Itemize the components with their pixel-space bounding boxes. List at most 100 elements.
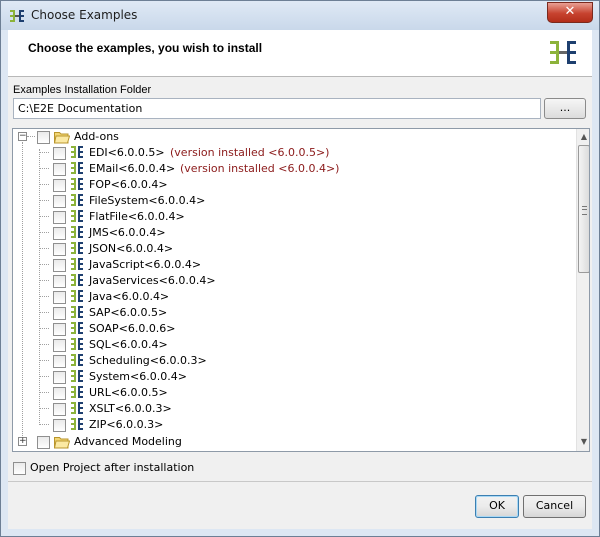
tree-item[interactable]: Scheduling<6.0.0.3> [13, 353, 553, 369]
e2e-component-icon [71, 402, 83, 414]
close-button[interactable]: ✕ [547, 2, 593, 23]
e2e-component-icon [71, 242, 83, 254]
item-checkbox[interactable] [53, 323, 66, 336]
item-label: Scheduling<6.0.0.3> [89, 354, 207, 367]
installation-folder-input[interactable]: C:\E2E Documentation [13, 98, 541, 119]
collapse-toggle[interactable]: − [18, 132, 27, 141]
item-label: EDI<6.0.0.5> [89, 146, 165, 159]
tree-line [39, 184, 49, 185]
tree-item[interactable]: JavaServices<6.0.0.4> [13, 273, 553, 289]
e2e-component-icon [71, 162, 83, 174]
tree-item[interactable]: ZIP<6.0.0.3> [13, 417, 553, 433]
tree-line [39, 312, 49, 313]
item-label: SAP<6.0.0.5> [89, 306, 168, 319]
item-checkbox[interactable] [53, 419, 66, 432]
scrollbar-thumb[interactable] [578, 145, 589, 273]
item-checkbox[interactable] [53, 227, 66, 240]
item-label: SQL<6.0.0.4> [89, 338, 168, 351]
item-checkbox[interactable] [53, 163, 66, 176]
tree-line [39, 168, 49, 169]
item-checkbox[interactable] [53, 275, 66, 288]
e2e-component-icon [71, 290, 83, 302]
item-checkbox[interactable] [53, 243, 66, 256]
e2e-logo-icon [550, 41, 576, 64]
tree-item[interactable]: SAP<6.0.0.5> [13, 305, 553, 321]
e2e-component-icon [71, 210, 83, 222]
e2e-component-icon [71, 178, 83, 190]
e2e-logo-icon [10, 10, 24, 22]
tree-line [39, 152, 49, 153]
folder-open-icon [54, 132, 70, 144]
item-label: System<6.0.0.4> [89, 370, 187, 383]
item-label: FileSystem<6.0.0.4> [89, 194, 206, 207]
item-checkbox[interactable] [53, 403, 66, 416]
tree-line [39, 264, 49, 265]
item-checkbox[interactable] [53, 291, 66, 304]
open-project-checkbox[interactable] [13, 462, 26, 475]
tree-line [39, 344, 49, 345]
item-label: JMS<6.0.0.4> [89, 226, 166, 239]
tree-item[interactable]: FileSystem<6.0.0.4> [13, 193, 553, 209]
item-checkbox[interactable] [53, 179, 66, 192]
tree-item[interactable]: FlatFile<6.0.0.4> [13, 209, 553, 225]
item-checkbox[interactable] [53, 307, 66, 320]
item-label: JSON<6.0.0.4> [89, 242, 174, 255]
scroll-down-icon[interactable]: ▼ [579, 436, 589, 448]
folder-label: Examples Installation Folder [13, 84, 152, 96]
ok-button[interactable]: OK [475, 495, 519, 518]
grip-icon [582, 206, 587, 215]
tree-item[interactable]: SOAP<6.0.0.6> [13, 321, 553, 337]
item-checkbox[interactable] [53, 195, 66, 208]
tree-line [39, 376, 49, 377]
item-checkbox[interactable] [53, 355, 66, 368]
e2e-component-icon [71, 370, 83, 382]
e2e-component-icon [71, 322, 83, 334]
browse-button[interactable]: ... [544, 98, 586, 119]
tree-line [39, 424, 49, 425]
vertical-scrollbar[interactable]: ▲ ▼ [576, 129, 589, 451]
tree-item[interactable]: FOP<6.0.0.4> [13, 177, 553, 193]
advanced-modeling-checkbox[interactable] [37, 436, 50, 449]
tree-item[interactable]: EDI<6.0.0.5> (version installed <6.0.0.5>… [13, 145, 553, 161]
scroll-up-icon[interactable]: ▲ [579, 131, 589, 143]
item-label: EMail<6.0.0.4> [89, 162, 176, 175]
window-title: Choose Examples [31, 8, 138, 22]
item-checkbox[interactable] [53, 387, 66, 400]
tree-item[interactable]: JSON<6.0.0.4> [13, 241, 553, 257]
tree-item[interactable]: System<6.0.0.4> [13, 369, 553, 385]
tree-item[interactable]: JavaScript<6.0.0.4> [13, 257, 553, 273]
add-ons-checkbox[interactable] [37, 131, 50, 144]
add-ons-label: Add-ons [74, 130, 119, 143]
tree-line [39, 392, 49, 393]
item-checkbox[interactable] [53, 211, 66, 224]
installed-version-note: (version installed <6.0.0.5>) [170, 146, 330, 159]
tree-line [39, 232, 49, 233]
cancel-button[interactable]: Cancel [523, 495, 586, 518]
e2e-component-icon [71, 306, 83, 318]
item-checkbox[interactable] [53, 371, 66, 384]
e2e-component-icon [71, 386, 83, 398]
item-checkbox[interactable] [53, 259, 66, 272]
dialog-content: Choose the examples, you wish to install… [8, 30, 592, 529]
tree-item[interactable]: XSLT<6.0.0.3> [13, 401, 553, 417]
tree-item[interactable]: URL<6.0.0.5> [13, 385, 553, 401]
tree-line [39, 328, 49, 329]
e2e-component-icon [71, 146, 83, 158]
header-band: Choose the examples, you wish to install [8, 30, 592, 77]
installed-version-note: (version installed <6.0.0.4>) [180, 162, 340, 175]
item-checkbox[interactable] [53, 147, 66, 160]
e2e-component-icon [71, 274, 83, 286]
tree-item[interactable]: JMS<6.0.0.4> [13, 225, 553, 241]
tree-item[interactable]: Java<6.0.0.4> [13, 289, 553, 305]
tree-line [39, 360, 49, 361]
item-label: Java<6.0.0.4> [89, 290, 170, 303]
tree-item[interactable]: SQL<6.0.0.4> [13, 337, 553, 353]
tree-item[interactable]: EMail<6.0.0.4> (version installed <6.0.0.… [13, 161, 553, 177]
tree-node-advanced-modeling[interactable]: + Advanced Modeling [13, 434, 313, 450]
title-bar: Choose Examples ✕ [1, 1, 599, 30]
item-checkbox[interactable] [53, 339, 66, 352]
item-label: XSLT<6.0.0.3> [89, 402, 172, 415]
expand-toggle[interactable]: + [18, 437, 27, 446]
tree-node-add-ons[interactable]: − Add-ons [13, 129, 313, 145]
e2e-component-icon [71, 338, 83, 350]
